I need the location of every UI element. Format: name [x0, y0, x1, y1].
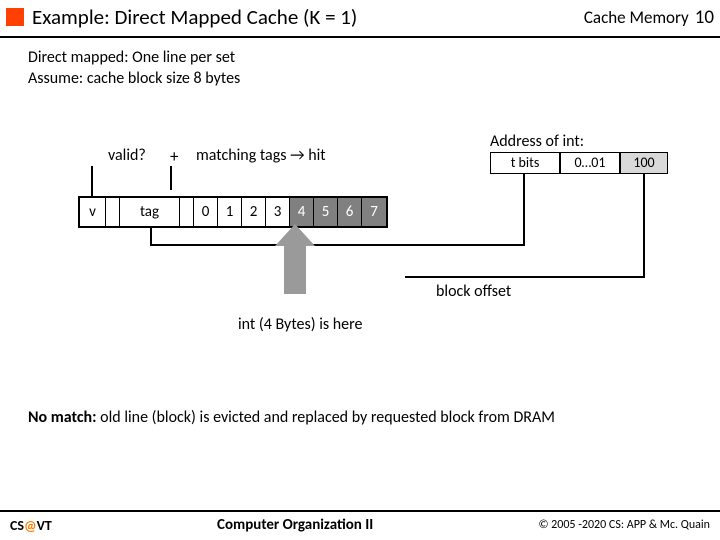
no-match-note: No match: old line (block) is evicted an…	[0, 370, 720, 427]
plus-label: +	[170, 146, 178, 167]
intro-line-2: Assume: cache block size 8 bytes	[28, 69, 720, 90]
match-label: matching tags → hit	[196, 146, 326, 165]
address-title: Address of int:	[490, 132, 584, 151]
valid-bit-cell: v	[80, 198, 106, 226]
valid-label: valid?	[108, 146, 146, 165]
page-number: 10	[695, 6, 714, 29]
section-label: Cache Memory	[584, 7, 689, 28]
cache-line-row: v tag 0 1 2 3 4 5 6 7	[78, 196, 388, 228]
cell-spacer	[180, 198, 194, 226]
byte-cell-3: 3	[266, 198, 290, 226]
byte-cell-1: 1	[218, 198, 242, 226]
tag-cell: tag	[120, 198, 180, 226]
byte-cell-2: 2	[242, 198, 266, 226]
cache-diagram: valid? + matching tags → hit Address of …	[0, 90, 720, 370]
address-offset: 100	[620, 152, 668, 174]
offset-connector-across	[405, 276, 645, 278]
cell-spacer	[106, 198, 120, 226]
block-offset-arrow-icon	[275, 224, 315, 294]
block-offset-label: block offset	[436, 282, 511, 301]
slide-marker-icon	[6, 8, 24, 26]
address-tbits: t bits	[490, 152, 560, 174]
tbits-connector-across	[150, 244, 525, 246]
footer-course: Computer Organization II	[52, 516, 539, 534]
no-match-rest: old line (block) is evicted and replaced…	[97, 408, 555, 427]
tbits-connector-up	[150, 226, 152, 246]
offset-connector-down	[643, 174, 645, 278]
tbits-connector-down	[523, 174, 525, 246]
byte-cell-6: 6	[338, 198, 362, 226]
slide-title: Example: Direct Mapped Cache (K = 1)	[32, 4, 584, 30]
slide-footer: CS@VT Computer Organization II © 2005 -2…	[0, 510, 720, 540]
byte-cell-0: 0	[194, 198, 218, 226]
footer-brand: CS@VT	[10, 517, 52, 534]
byte-cell-5: 5	[314, 198, 338, 226]
byte-cell-4: 4	[290, 198, 314, 226]
footer-brand-at: @	[24, 517, 37, 534]
int-location-label: int (4 Bytes) is here	[238, 315, 362, 334]
footer-copyright: © 2005 -2020 CS: APP & Mc. Quain	[538, 518, 710, 532]
no-match-bold: No match:	[28, 408, 97, 427]
byte-cell-7: 7	[362, 198, 386, 226]
footer-brand-cs: CS	[10, 517, 24, 534]
valid-pointer-line	[91, 166, 93, 196]
plus-pointer-line	[170, 166, 172, 190]
address-set-index: 0…01	[560, 152, 620, 174]
footer-brand-vt: VT	[37, 517, 52, 534]
intro-line-1: Direct mapped: One line per set	[28, 48, 720, 69]
